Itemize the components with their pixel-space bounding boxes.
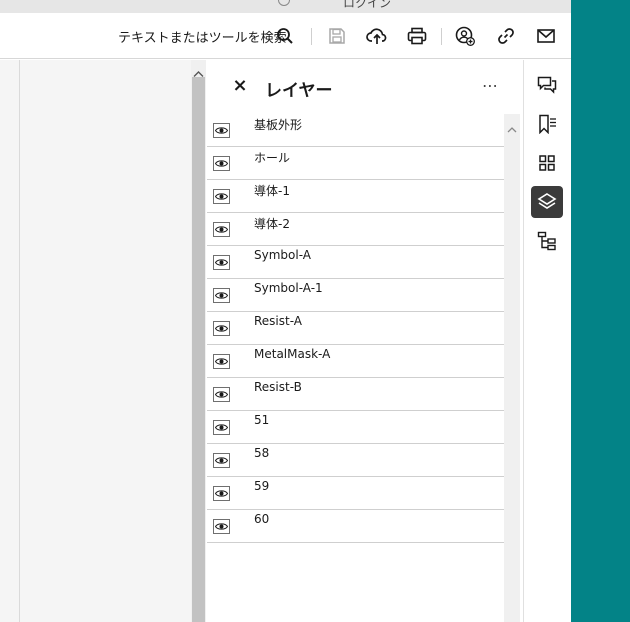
eye-icon[interactable]	[213, 486, 230, 501]
layer-name: 導体-2	[254, 217, 290, 231]
top-strip: ロクイン	[0, 0, 571, 13]
eye-icon[interactable]	[213, 156, 230, 171]
eye-icon[interactable]	[213, 519, 230, 534]
layer-row[interactable]: 導体-1	[207, 180, 504, 213]
layer-name: 導体-1	[254, 184, 290, 198]
scroll-thumb[interactable]	[192, 77, 205, 622]
eye-icon[interactable]	[213, 288, 230, 303]
layer-name: ホール	[254, 151, 291, 165]
layer-name: Resist-A	[254, 314, 302, 328]
save-icon[interactable]	[324, 23, 350, 49]
eye-icon[interactable]	[213, 354, 230, 369]
layer-name: 59	[254, 479, 270, 493]
print-icon[interactable]	[404, 23, 430, 49]
layer-name: Symbol-A-1	[254, 281, 323, 295]
background-accent	[571, 0, 630, 622]
share-user-icon[interactable]	[452, 23, 478, 49]
eye-icon[interactable]	[213, 453, 230, 468]
layer-name: MetalMask-A	[254, 347, 331, 361]
eye-icon[interactable]	[213, 321, 230, 336]
layer-name: 51	[254, 413, 270, 427]
more-icon: ⋯	[482, 75, 498, 95]
mail-icon[interactable]	[533, 23, 559, 49]
layer-row[interactable]: MetalMask-A	[207, 345, 504, 378]
structure-tree-icon[interactable]	[531, 225, 563, 257]
layer-list: 基板外形ホール導体-1 導体-2 Symbol-A Symbol-A-1 Resist-…	[207, 114, 504, 543]
layer-name: Symbol-A	[254, 248, 311, 262]
layer-row[interactable]: 51	[207, 411, 504, 444]
search-icon[interactable]	[272, 23, 298, 49]
scroll-up-arrow-icon[interactable]	[507, 118, 517, 137]
toolbar-separator	[311, 28, 312, 45]
cloud-upload-icon[interactable]	[364, 23, 390, 49]
search-tools-label[interactable]: テキストまたはツールを検索	[118, 27, 287, 46]
layer-name: 58	[254, 446, 270, 460]
layer-row[interactable]: 58	[207, 444, 504, 477]
eye-icon[interactable]	[213, 222, 230, 237]
layers-panel: × レイヤー ⋯ 基板外形ホール導体-1 導体-2 Symbol-A Symbol-A…	[207, 60, 523, 622]
help-icon[interactable]	[278, 0, 290, 6]
layer-row[interactable]: Symbol-A-1	[207, 279, 504, 312]
layers-icon[interactable]	[531, 186, 563, 218]
layer-row[interactable]: Resist-B	[207, 378, 504, 411]
more-options-button[interactable]: ⋯	[479, 74, 501, 96]
eye-icon[interactable]	[213, 255, 230, 270]
eye-icon[interactable]	[213, 387, 230, 402]
comments-icon[interactable]	[531, 69, 563, 101]
document-scrollbar[interactable]	[191, 60, 206, 622]
thumbnails-icon[interactable]	[531, 147, 563, 179]
layer-row[interactable]: 59	[207, 477, 504, 510]
layer-row[interactable]: ホール	[207, 147, 504, 180]
layer-name: 60	[254, 512, 270, 526]
document-canvas[interactable]	[0, 60, 192, 622]
right-tool-rail	[524, 60, 571, 622]
layer-row[interactable]: 導体-2	[207, 213, 504, 246]
layer-name: 基板外形	[254, 118, 303, 132]
panel-title: レイヤー	[265, 81, 333, 101]
close-icon: ×	[232, 75, 248, 96]
layer-name: Resist-B	[254, 380, 302, 394]
bookmark-icon[interactable]	[531, 108, 563, 140]
link-icon[interactable]	[493, 23, 519, 49]
panel-scrollbar[interactable]	[504, 114, 520, 622]
eye-icon[interactable]	[213, 123, 230, 138]
layer-row[interactable]: Resist-A	[207, 312, 504, 345]
toolbar-separator	[441, 28, 442, 45]
close-panel-button[interactable]: ×	[231, 77, 249, 95]
layer-row[interactable]: 基板外形	[207, 114, 504, 147]
toolbar: テキストまたはツールを検索	[0, 13, 571, 59]
sign-in-label[interactable]: ロクイン	[343, 0, 391, 11]
layer-row[interactable]: 60	[207, 510, 504, 543]
layer-row[interactable]: Symbol-A	[207, 246, 504, 279]
page-edge	[19, 60, 20, 622]
eye-icon[interactable]	[213, 420, 230, 435]
eye-icon[interactable]	[213, 189, 230, 204]
